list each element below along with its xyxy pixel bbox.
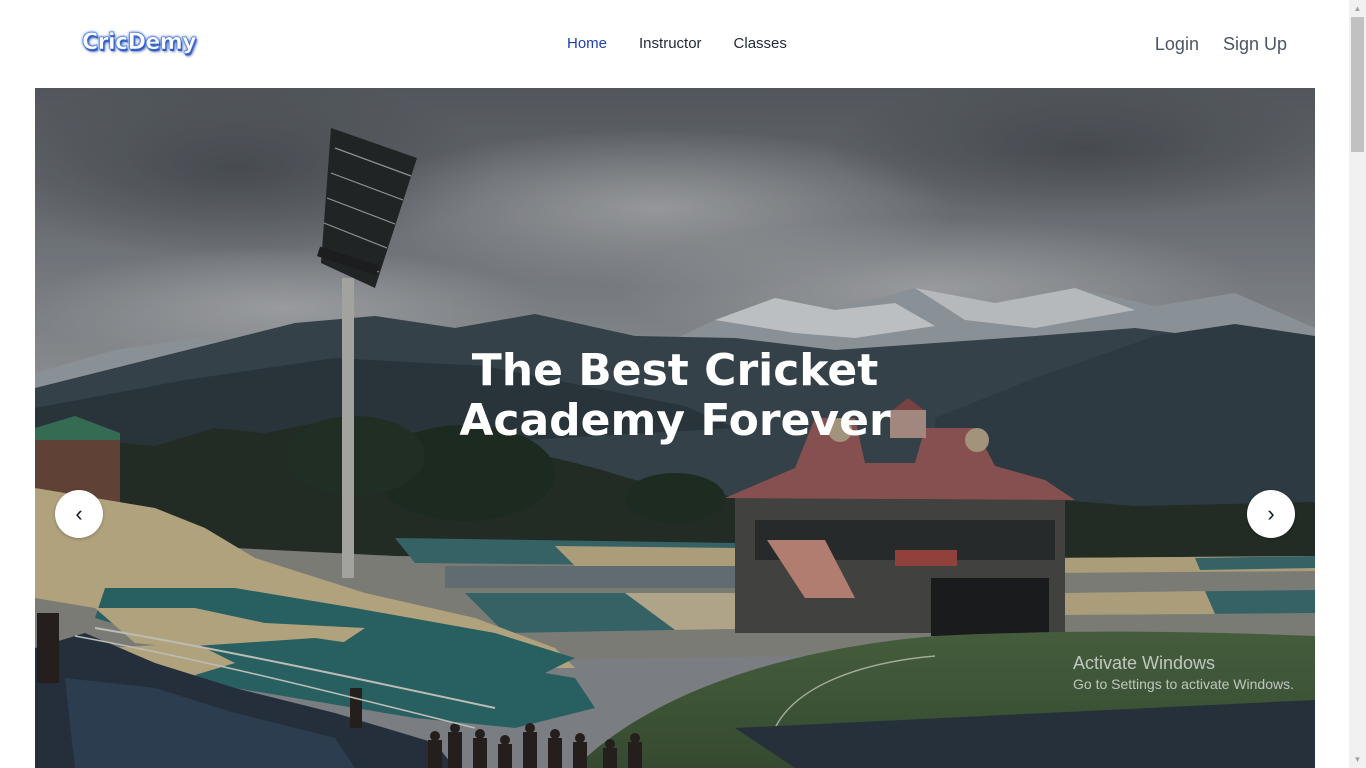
scrollbar-thumb[interactable]	[1351, 17, 1364, 152]
signup-link[interactable]: Sign Up	[1223, 34, 1287, 55]
auth-links: Login Sign Up	[1155, 34, 1287, 55]
nav-link-home[interactable]: Home	[567, 35, 607, 52]
activate-windows-watermark: Activate Windows Go to Settings to activ…	[1073, 652, 1294, 694]
scroll-down-arrow-icon[interactable]: ▼	[1349, 751, 1366, 768]
watermark-title: Activate Windows	[1073, 653, 1216, 673]
scroll-up-arrow-icon[interactable]: ▲	[1349, 0, 1366, 17]
nav-link-instructor[interactable]: Instructor	[639, 35, 702, 52]
brand-logo[interactable]: CricDemy	[82, 30, 197, 56]
nav-link-classes[interactable]: Classes	[734, 35, 787, 52]
carousel-prev-button[interactable]: ‹	[55, 490, 103, 538]
watermark-subtitle: Go to Settings to activate Windows.	[1073, 676, 1294, 692]
hero-title-line-2: Academy Forever	[459, 395, 891, 446]
hero-carousel: The Best Cricket Academy Forever ‹ › Act…	[35, 88, 1315, 768]
vertical-scrollbar[interactable]: ▲ ▼	[1349, 0, 1366, 768]
hero-title: The Best Cricket Academy Forever	[35, 346, 1315, 446]
chevron-right-icon: ›	[1267, 501, 1275, 526]
chevron-left-icon: ‹	[75, 501, 83, 526]
login-link[interactable]: Login	[1155, 34, 1199, 55]
main-nav: Home Instructor Classes	[567, 35, 787, 52]
navbar: CricDemy Home Instructor Classes Login S…	[0, 0, 1349, 88]
carousel-next-button[interactable]: ›	[1247, 490, 1295, 538]
hero-title-line-1: The Best Cricket	[471, 345, 879, 396]
